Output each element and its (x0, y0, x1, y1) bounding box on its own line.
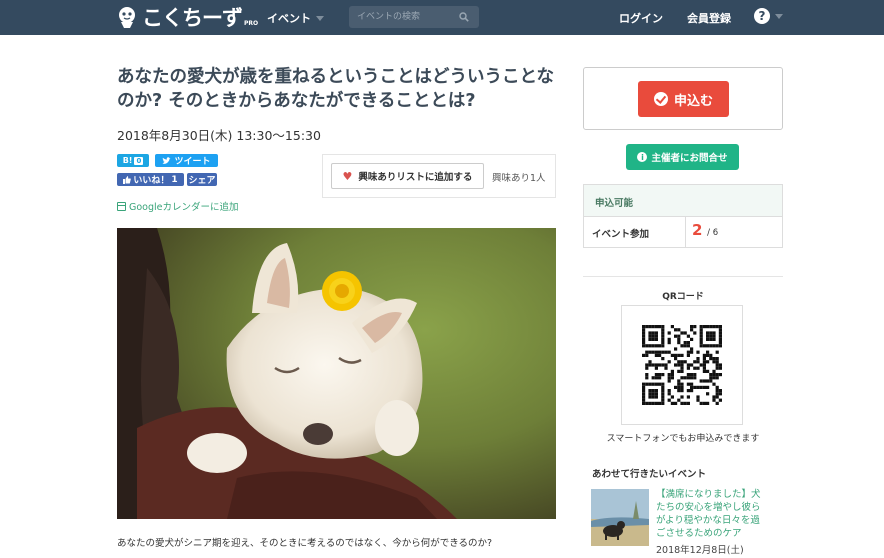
heart-icon: ♥ (342, 169, 353, 183)
qr-title: QRコード (662, 292, 704, 302)
search-input[interactable] (349, 6, 457, 28)
calendar-icon (117, 201, 126, 211)
thumbs-up-icon (123, 175, 132, 184)
event-description: あなたの愛犬がシニア期を迎え、そのときに考えるのではなく、今から何ができるのか? (117, 538, 493, 549)
twitter-bird-icon (162, 156, 172, 164)
related-event-date: 2018年12月8日(土) (656, 545, 744, 556)
logo-mascot-icon (119, 7, 135, 28)
nav-event-label: イベント (267, 12, 311, 25)
participant-count: 2 (692, 221, 703, 239)
info-icon: i (637, 152, 648, 162)
hatena-bookmark-button[interactable]: B! 0 (117, 154, 149, 167)
help-menu[interactable]: ? (754, 8, 783, 24)
tweet-button[interactable]: ツイート (155, 154, 218, 167)
facebook-like-button[interactable]: いいね！ 1 (117, 173, 184, 186)
search-icon[interactable] (459, 12, 469, 22)
status-value: 2 / 6 (692, 221, 718, 239)
qr-caption: スマートフォンでもお申込みできます (606, 434, 760, 444)
sidebar-divider (583, 276, 783, 277)
contact-label: 主催者にお問合せ (651, 153, 728, 164)
logo-pro-label: PRO (244, 19, 259, 27)
status-label: イベント参加 (584, 217, 686, 247)
help-icon: ? (754, 8, 770, 24)
apply-panel: 申込む (583, 67, 783, 130)
related-event-thumbnail[interactable] (591, 489, 649, 546)
search-box (349, 6, 479, 28)
top-navbar: こくちーず PRO イベント ログイン 会員登録 ? (0, 0, 884, 35)
status-table: 申込可能 イベント参加 2 / 6 (583, 184, 783, 248)
like-count: 1 (171, 174, 178, 185)
apply-button[interactable]: 申込む (638, 81, 729, 117)
nav-event-menu[interactable]: イベント (267, 10, 324, 26)
status-header: 申込可能 (584, 185, 782, 217)
check-circle-icon (653, 92, 668, 106)
event-datetime: 2018年8月30日(木) 13:30〜15:30 (117, 128, 321, 143)
google-calendar-link[interactable]: Googleカレンダーに追加 (117, 199, 239, 213)
event-photo (117, 228, 556, 519)
interest-count: 興味あり1人 (492, 173, 546, 184)
login-link[interactable]: ログイン (619, 10, 663, 26)
hatena-count: 0 (134, 156, 144, 165)
chevron-down-icon (316, 15, 324, 21)
qr-code-image (642, 325, 722, 405)
facebook-share-button[interactable]: シェア (187, 173, 217, 186)
logo-text: こくちーず (142, 6, 243, 30)
related-events-title: あわせて行きたいイベント (592, 469, 707, 480)
related-event-title[interactable]: 【満席になりました】犬たちの安心を増やし彼らがより穏やかな日々を過ごさせるための… (656, 488, 768, 540)
contact-organizer-button[interactable]: i 主催者にお問合せ (626, 144, 739, 170)
register-link[interactable]: 会員登録 (687, 10, 731, 26)
site-logo[interactable]: こくちーず PRO (116, 3, 258, 31)
tweet-label: ツイート (174, 157, 211, 167)
interest-panel: ♥ 興味ありリストに追加する 興味あり1人 (322, 154, 556, 198)
like-label: いいね！ (133, 176, 170, 186)
event-title: あなたの愛犬が歳を重ねるということはどういうことなのか? そのときからあなたがで… (117, 67, 554, 111)
add-interest-button[interactable]: ♥ 興味ありリストに追加する (331, 163, 484, 189)
hatena-label: B! (122, 156, 133, 165)
participant-capacity: / 6 (707, 228, 719, 238)
google-calendar-label: Googleカレンダーに追加 (129, 202, 239, 213)
qr-code (621, 305, 743, 425)
apply-label: 申込む (673, 93, 713, 109)
chevron-down-icon (775, 13, 783, 19)
add-interest-label: 興味ありリストに追加する (358, 172, 473, 183)
